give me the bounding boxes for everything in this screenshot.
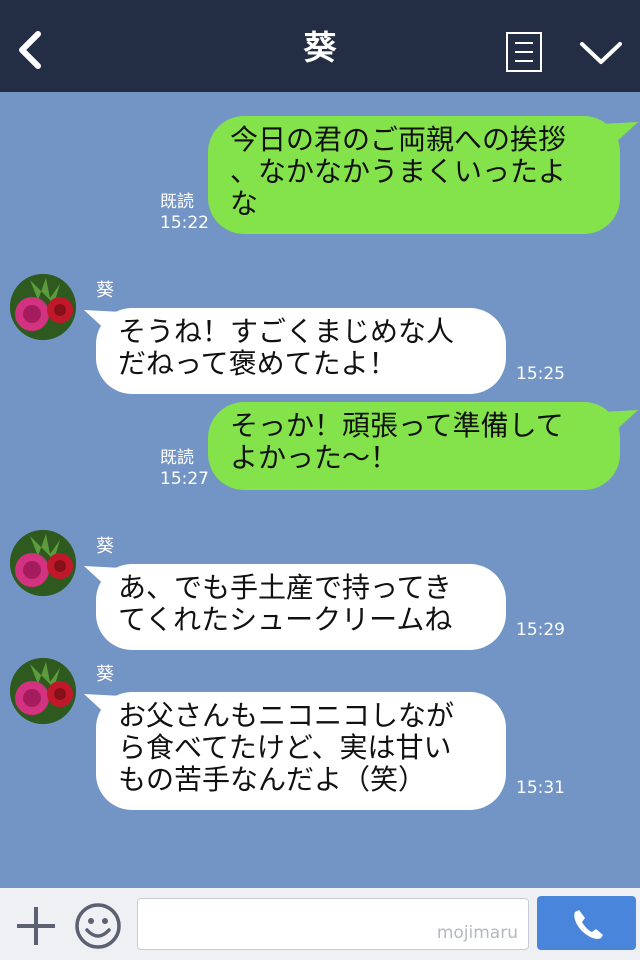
plus-button[interactable]	[14, 904, 58, 948]
phone-icon	[574, 910, 603, 939]
message-time: 15:27	[160, 469, 209, 489]
chat-header: 葵	[0, 0, 640, 92]
list-icon-line	[515, 51, 533, 53]
message-line: お父さんもニコニコしなが	[118, 699, 455, 732]
message-time: 15:31	[516, 778, 565, 798]
message-input[interactable]: mojimaru	[137, 898, 529, 950]
message-bubble-incoming[interactable]: あ、でも手土産で持ってき てくれたシュークリームね	[96, 564, 506, 650]
read-label: 既読	[160, 192, 194, 212]
sender-name: 葵	[96, 664, 114, 685]
message-time: 15:22	[160, 213, 209, 233]
message-bubble-outgoing[interactable]: 今日の君のご両親への挨拶 、なかなかうまくいったよ な	[208, 116, 620, 234]
message-line: そうね！すごくまじめな人	[118, 315, 455, 348]
message-line: だねって褒めてたよ！	[118, 347, 397, 380]
input-bar: mojimaru	[0, 888, 640, 960]
plus-icon	[17, 907, 55, 945]
avatar[interactable]	[10, 530, 76, 596]
message-line: そっか！頑張って準備して	[230, 409, 564, 442]
rose-avatar-icon	[10, 530, 76, 596]
rose-avatar-icon	[10, 658, 76, 724]
avatar[interactable]	[10, 274, 76, 340]
bubble-tail	[600, 410, 638, 434]
list-icon-line	[515, 60, 533, 62]
message-line: てくれたシュークリームね	[118, 603, 453, 636]
message-line: あ、でも手土産で持ってき	[118, 571, 452, 604]
message-time: 15:29	[516, 620, 565, 640]
read-receipt: 既読 15:22	[160, 192, 209, 234]
message-line: な	[230, 187, 259, 220]
rose-avatar-icon	[10, 274, 76, 340]
collapse-button[interactable]	[578, 38, 624, 68]
message-bubble-incoming[interactable]: お父さんもニコニコしなが ら食べてたけど、実は甘い もの苦手なんだよ（笑）	[96, 692, 506, 810]
read-label: 既読	[160, 448, 194, 468]
message-line: もの苦手なんだよ（笑）	[118, 763, 427, 796]
list-icon	[515, 42, 533, 44]
call-button[interactable]	[537, 896, 636, 950]
bubble-tail	[600, 122, 638, 146]
message-line: ら食べてたけど、実は甘い	[118, 731, 452, 764]
chevron-down-icon	[580, 42, 622, 64]
avatar[interactable]	[10, 658, 76, 724]
message-time: 15:25	[516, 364, 565, 384]
message-line: 今日の君のご両親への挨拶	[230, 123, 567, 156]
smiley-icon	[75, 903, 121, 949]
read-receipt: 既読 15:27	[160, 448, 209, 490]
emoji-button[interactable]	[74, 902, 122, 950]
menu-button[interactable]	[506, 32, 542, 72]
chat-title: 葵	[303, 28, 337, 67]
sender-name: 葵	[96, 280, 114, 301]
message-bubble-outgoing[interactable]: そっか！頑張って準備して よかった〜！	[208, 402, 620, 490]
watermark: mojimaru	[436, 923, 518, 943]
sender-name: 葵	[96, 536, 114, 557]
message-line: よかった〜！	[230, 441, 399, 474]
message-bubble-incoming[interactable]: そうね！すごくまじめな人 だねって褒めてたよ！	[96, 308, 506, 394]
message-line: 、なかなかうまくいったよ	[230, 155, 567, 188]
